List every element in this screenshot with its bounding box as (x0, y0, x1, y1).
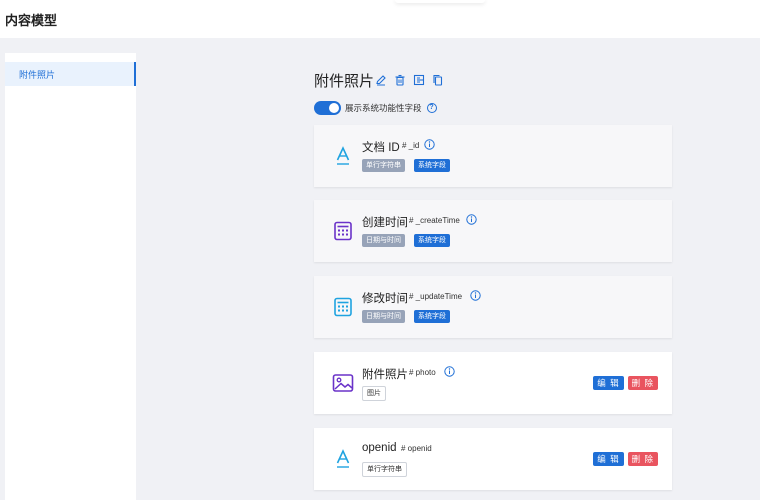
field-identifier: # _id (402, 141, 420, 150)
field-name: 文档 ID (362, 142, 400, 154)
field-card-id[interactable]: 文档 ID # _id 单行字符串 系统字段 (314, 125, 672, 187)
type-tag: 图片 (362, 386, 386, 401)
export-icon[interactable] (413, 74, 425, 86)
field-tags: 单行字符串 (362, 462, 407, 477)
type-tag: 日期与时间 (362, 234, 405, 247)
field-card-create-time[interactable]: 创建时间 # _createTime 日期与时间 系统字段 (314, 200, 672, 262)
edit-button[interactable]: 编 辑 (593, 376, 624, 390)
top-bar: 内容模型 (0, 0, 760, 38)
field-card-update-time[interactable]: 修改时间 # _updateTime 日期与时间 系统字段 (314, 276, 672, 338)
field-card-photo[interactable]: 附件照片 # photo 图片 编 辑 删 除 (314, 352, 672, 414)
help-icon[interactable]: ? (426, 103, 437, 113)
field-tags: 日期与时间 系统字段 (362, 234, 450, 247)
field-name: openid (362, 442, 397, 454)
type-tag: 日期与时间 (362, 310, 405, 323)
field-card-openid[interactable]: openid # openid 单行字符串 编 辑 删 除 (314, 428, 672, 490)
sidebar-item-attachment-photo[interactable]: 附件照片 (5, 62, 136, 86)
calendar-icon (334, 221, 352, 241)
info-icon[interactable] (466, 214, 477, 225)
info-icon[interactable] (444, 366, 455, 377)
field-actions: 编 辑 删 除 (593, 452, 658, 466)
page-title: 内容模型 (5, 13, 58, 28)
field-identifier: # _updateTime (409, 292, 463, 301)
field-name: 创建时间 (362, 217, 408, 229)
trash-icon[interactable] (394, 74, 406, 86)
field-name: 修改时间 (362, 293, 408, 305)
edit-icon[interactable] (375, 74, 387, 86)
type-tag: 单行字符串 (362, 462, 407, 477)
image-icon (332, 374, 354, 392)
copy-icon[interactable] (432, 74, 444, 86)
field-identifier: # _createTime (409, 216, 460, 225)
type-tag: 单行字符串 (362, 159, 405, 172)
model-title: 附件照片 (314, 73, 375, 90)
field-identifier: # openid (401, 444, 432, 453)
field-tags: 图片 (362, 386, 386, 401)
system-fields-toggle-row: 展示系统功能性字段 ? (314, 101, 437, 115)
field-name: 附件照片 (362, 369, 408, 381)
system-field-tag: 系统字段 (414, 310, 450, 323)
field-tags: 单行字符串 系统字段 (362, 159, 450, 172)
system-field-tag: 系统字段 (414, 234, 450, 247)
calendar-icon (334, 297, 352, 317)
field-actions: 编 辑 删 除 (593, 376, 658, 390)
system-fields-toggle[interactable] (314, 101, 341, 115)
system-field-tag: 系统字段 (414, 159, 450, 172)
info-icon[interactable] (470, 290, 481, 301)
edit-button[interactable]: 编 辑 (593, 452, 624, 466)
field-tags: 日期与时间 系统字段 (362, 310, 450, 323)
delete-button[interactable]: 删 除 (627, 376, 658, 390)
text-a-icon (336, 146, 350, 165)
sidebar: 附件照片 (5, 53, 136, 500)
sidebar-item-label: 附件照片 (19, 70, 56, 80)
top-shadow-decoration (395, 0, 485, 3)
system-fields-toggle-label: 展示系统功能性字段 (345, 103, 422, 113)
delete-button[interactable]: 删 除 (627, 452, 658, 466)
text-a-icon (336, 449, 350, 468)
info-icon[interactable] (424, 139, 435, 150)
model-toolbar (375, 74, 444, 86)
field-identifier: # photo (409, 368, 436, 377)
